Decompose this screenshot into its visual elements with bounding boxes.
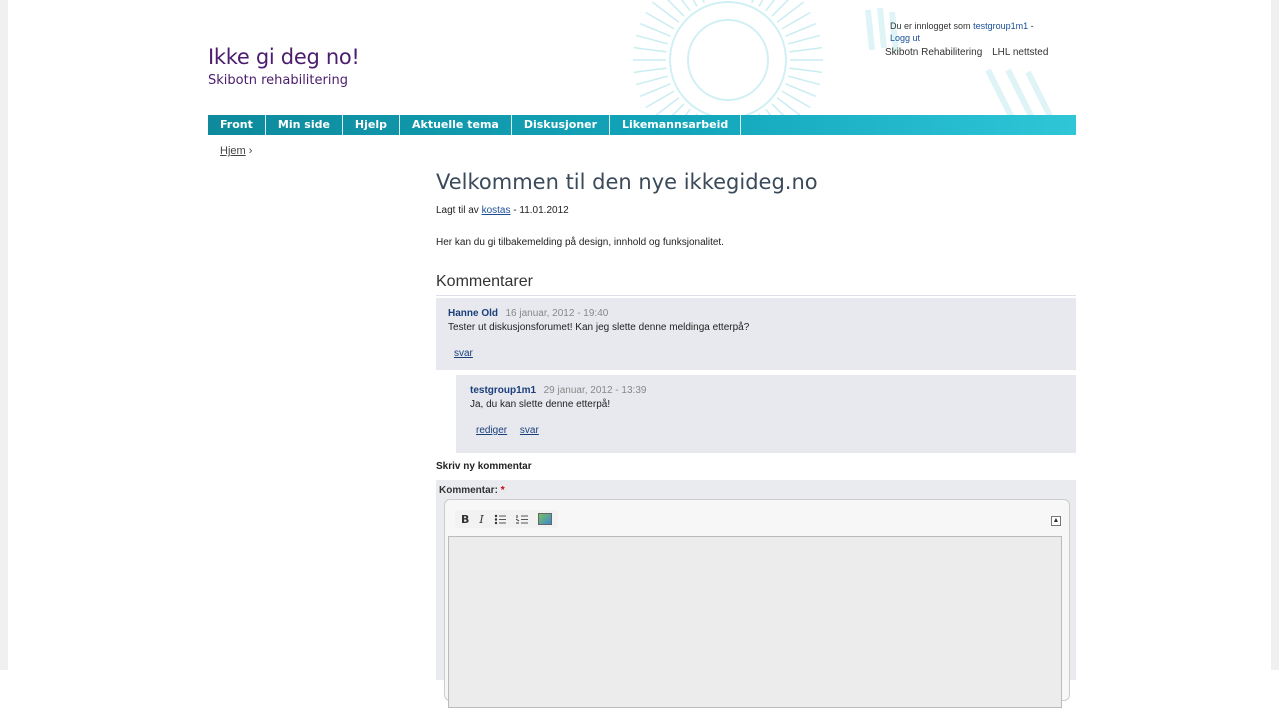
- new-comment-heading: Skriv ny kommentar: [436, 461, 532, 472]
- comment-links: rediger svar: [476, 425, 549, 436]
- comment-form: Kommentar: * B I: [436, 480, 1076, 680]
- decoration-ray: [777, 2, 803, 22]
- decoration-ray: [789, 48, 822, 52]
- rich-text-editor: B I ▲: [444, 499, 1070, 701]
- decoration-ray: [670, 0, 690, 11]
- nav-item-likemannsarbeid[interactable]: Likemannsarbeid: [610, 115, 741, 135]
- author-link[interactable]: kostas: [482, 205, 511, 216]
- comment-author[interactable]: testgroup1m1: [470, 385, 536, 396]
- page-title: Velkommen til den nye ikkegideg.no: [436, 170, 818, 194]
- reply-link[interactable]: svar: [454, 348, 473, 359]
- bold-button[interactable]: B: [461, 513, 469, 526]
- decoration-ray: [653, 2, 679, 22]
- decoration-ray: [692, 0, 705, 3]
- decoration-ray: [752, 0, 765, 3]
- comment-text: Tester ut diskusjonsforumet! Kan jeg sle…: [448, 322, 749, 333]
- comment-textarea[interactable]: [448, 536, 1062, 708]
- decoration-ray: [634, 68, 667, 72]
- nav-item-min-side[interactable]: Min side: [266, 115, 343, 135]
- decoration-ray: [636, 35, 668, 44]
- top-link-skibotn[interactable]: Skibotn Rehabilitering: [885, 47, 982, 58]
- comment-date: 29 januar, 2012 - 13:39: [544, 385, 647, 396]
- meta-prefix: Lagt til av: [436, 205, 479, 216]
- comment-links: svar: [454, 348, 483, 359]
- decoration-ray: [782, 13, 811, 30]
- comments-heading: Kommentarer: [436, 273, 1076, 296]
- required-mark: *: [501, 485, 505, 496]
- breadcrumb: Hjem ›: [220, 145, 252, 157]
- decoration-ray: [759, 0, 776, 6]
- decoration-ray: [640, 84, 670, 97]
- bullet-list-icon[interactable]: [494, 514, 506, 525]
- decoration-ray: [646, 13, 675, 30]
- edit-link[interactable]: rediger: [476, 425, 507, 436]
- decoration-ray: [646, 91, 675, 108]
- comment-label-text: Kommentar:: [439, 485, 498, 496]
- nav-item-front[interactable]: Front: [208, 115, 266, 135]
- decoration-ray: [789, 68, 822, 72]
- comment-text: Ja, du kan slette denne etterpå!: [470, 399, 610, 410]
- decoration-ray: [782, 91, 811, 108]
- nav-item-diskusjoner[interactable]: Diskusjoner: [512, 115, 610, 135]
- decoration-ray: [785, 24, 815, 37]
- collapse-toolbar-icon[interactable]: ▲: [1051, 516, 1061, 526]
- page: Ikke gi deg no! Skibotn rehabilitering D…: [8, 0, 1271, 670]
- breadcrumb-separator: ›: [249, 145, 253, 157]
- top-link-lhl[interactable]: LHL nettsted: [992, 47, 1048, 58]
- article-body: Her kan du gi tilbakemelding på design, …: [436, 237, 724, 248]
- decoration-ray: [772, 0, 795, 16]
- comment-date: 16 januar, 2012 - 19:40: [505, 308, 608, 319]
- comment-author[interactable]: Hanne Old: [448, 308, 498, 319]
- decoration-ray: [788, 35, 820, 44]
- decoration-ray: [785, 84, 815, 97]
- decoration-ray: [640, 24, 670, 37]
- comment-field-label: Kommentar: *: [439, 485, 505, 496]
- nav-item-aktuelle-tema[interactable]: Aktuelle tema: [400, 115, 512, 135]
- top-links: Skibotn Rehabilitering LHL nettsted: [885, 47, 1055, 58]
- article-meta: Lagt til av kostas - 11.01.2012: [436, 205, 569, 216]
- editor-toolbar: B I: [455, 510, 558, 528]
- decoration-ray: [661, 0, 684, 16]
- decoration-ray: [788, 76, 820, 85]
- breadcrumb-home-link[interactable]: Hjem: [220, 145, 246, 157]
- meta-date: - 11.01.2012: [513, 205, 568, 216]
- page-gutter-left: [0, 0, 8, 670]
- numbered-list-icon[interactable]: [516, 514, 528, 525]
- username-link[interactable]: testgroup1m1: [973, 21, 1028, 31]
- decoration-ray: [681, 0, 698, 6]
- nav-item-hjelp[interactable]: Hjelp: [343, 115, 400, 135]
- site-title[interactable]: Ikke gi deg no!: [208, 45, 360, 69]
- user-separator: -: [1031, 21, 1034, 31]
- page-gutter-right: [1271, 0, 1279, 670]
- site-subtitle: Skibotn rehabilitering: [208, 73, 348, 88]
- reply-link[interactable]: svar: [520, 425, 539, 436]
- comment: Hanne Old 16 januar, 2012 - 19:40 Tester…: [436, 298, 1076, 370]
- image-icon[interactable]: [538, 513, 552, 525]
- italic-button[interactable]: I: [479, 513, 483, 526]
- decoration-ray: [766, 0, 786, 11]
- decoration-ray: [634, 48, 667, 52]
- user-box: Du er innlogget som testgroup1m1 - Logg …: [890, 20, 1034, 44]
- comment-reply: testgroup1m1 29 januar, 2012 - 13:39 Ja,…: [456, 375, 1076, 453]
- decoration-ray: [636, 76, 668, 85]
- logout-link[interactable]: Logg ut: [890, 33, 920, 43]
- logged-in-label: Du er innlogget som: [890, 21, 971, 31]
- main-nav: Front Min side Hjelp Aktuelle tema Disku…: [208, 115, 1076, 135]
